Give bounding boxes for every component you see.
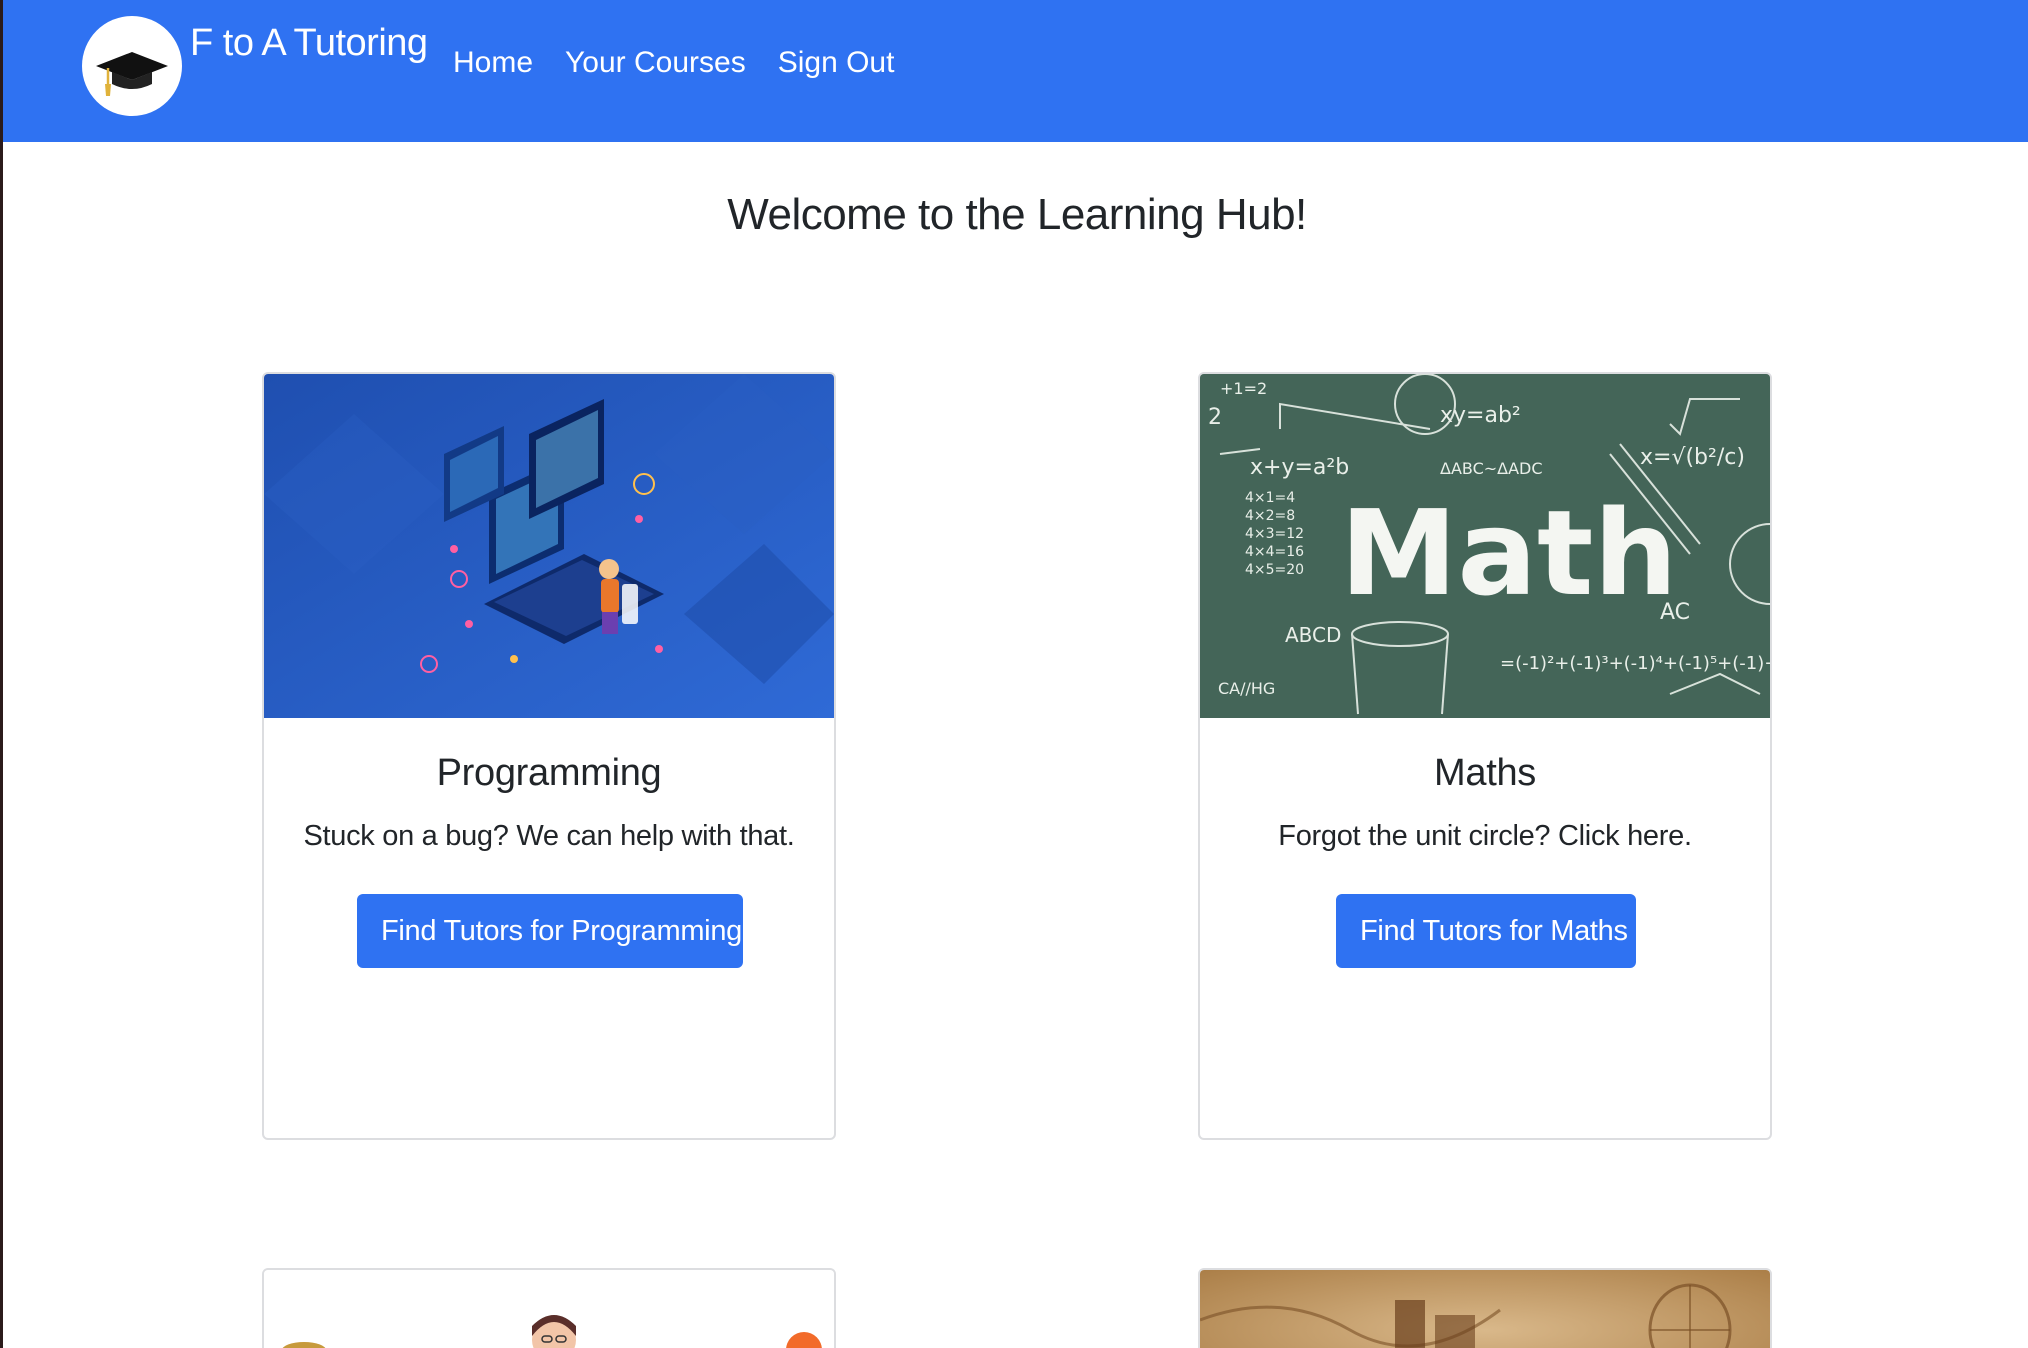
svg-text:AC: AC (1660, 600, 1690, 625)
card-title: Maths (1434, 752, 1536, 794)
graduation-cap-icon (96, 52, 168, 96)
nav-home[interactable]: Home (453, 46, 533, 80)
brand-title[interactable]: F to A Tutoring (190, 22, 428, 65)
card-partial-1 (262, 1268, 836, 1348)
svg-text:2: 2 (1208, 405, 1222, 430)
svg-text:x+y=a²b: x+y=a²b (1250, 455, 1349, 480)
nav-sign-out[interactable]: Sign Out (778, 46, 895, 80)
card-partial-2 (1198, 1268, 1772, 1348)
vintage-map-image (1200, 1270, 1770, 1348)
navbar: F to A Tutoring Home Your Courses Sign O… (3, 0, 2028, 142)
card-maths: Math x+y=a²b xy=ab² ΔABC~ΔADC x=√(b²/c) … (1198, 372, 1772, 1140)
card-programming: Programming Stuck on a bug? We can help … (262, 372, 836, 1140)
svg-text:x=√(b²/c): x=√(b²/c) (1640, 445, 1745, 470)
logo[interactable] (82, 16, 182, 116)
nav-links: Home Your Courses Sign Out (453, 46, 894, 80)
svg-text:ABCD: ABCD (1285, 623, 1341, 647)
svg-text:+1=2: +1=2 (1220, 379, 1267, 398)
people-illustration (264, 1270, 834, 1348)
find-tutors-maths-button[interactable]: Find Tutors for Maths (1336, 894, 1636, 968)
svg-text:4×1=4: 4×1=4 (1245, 490, 1295, 506)
card-title: Programming (436, 752, 662, 794)
page-title: Welcome to the Learning Hub! (727, 190, 1307, 239)
card-text: Stuck on a bug? We can help with that. (303, 820, 795, 852)
svg-text:4×5=20: 4×5=20 (1245, 562, 1304, 578)
svg-text:4×4=16: 4×4=16 (1245, 544, 1304, 560)
card-text: Forgot the unit circle? Click here. (1278, 820, 1692, 852)
svg-text:Math: Math (1340, 484, 1677, 622)
svg-text:ΔABC~ΔADC: ΔABC~ΔADC (1440, 459, 1543, 478)
svg-text:4×3=12: 4×3=12 (1245, 526, 1304, 542)
svg-text:xy=ab²: xy=ab² (1440, 403, 1521, 428)
nav-your-courses[interactable]: Your Courses (565, 46, 746, 80)
find-tutors-programming-button[interactable]: Find Tutors for Programming (357, 894, 743, 968)
svg-text:4×2=8: 4×2=8 (1245, 508, 1295, 524)
page: F to A Tutoring Home Your Courses Sign O… (0, 0, 2028, 1348)
svg-text:=(-1)²+(-1)³+(-1)⁴+(-1)⁵+(-1)+: =(-1)²+(-1)³+(-1)⁴+(-1)⁵+(-1)+ (1500, 653, 1770, 674)
math-chalkboard-image: Math x+y=a²b xy=ab² ΔABC~ΔADC x=√(b²/c) … (1200, 374, 1770, 718)
svg-text:CA//HG: CA//HG (1218, 679, 1275, 698)
programming-illustration (264, 374, 834, 718)
